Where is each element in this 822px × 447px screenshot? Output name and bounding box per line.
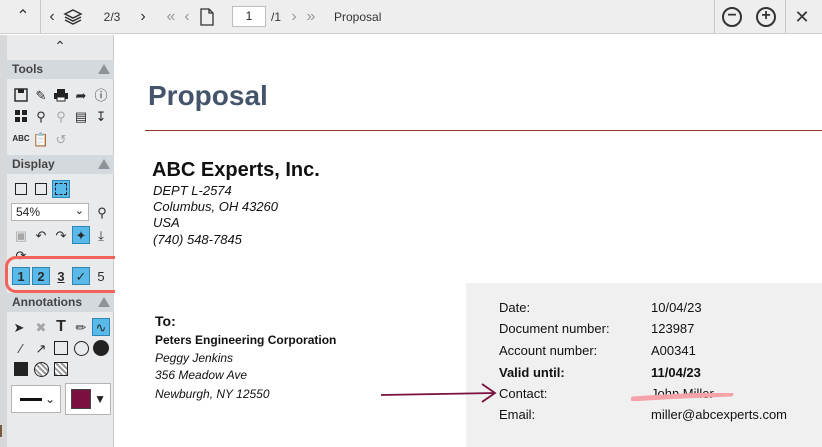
filled-ellipse-icon[interactable] xyxy=(92,339,110,357)
download-icon[interactable]: ⤓ xyxy=(92,226,110,244)
zoom-in-icon[interactable]: + xyxy=(754,0,778,34)
collapse-icon[interactable] xyxy=(98,297,110,307)
pointer-icon[interactable]: ➤ xyxy=(10,318,28,336)
save-icon[interactable] xyxy=(12,86,30,104)
tools-section-header[interactable]: Tools xyxy=(7,60,114,79)
line-tool-icon[interactable]: ∕ xyxy=(12,339,30,357)
address-line: DEPT L-2574 xyxy=(153,183,232,198)
outline-icon[interactable]: ▤ xyxy=(72,107,90,125)
next-layer-icon[interactable]: › xyxy=(136,0,150,34)
freehand-icon[interactable]: ∿ xyxy=(92,318,110,336)
info-label: Contact: xyxy=(499,386,548,401)
arrow-tool-icon[interactable]: ↗ xyxy=(32,339,50,357)
info-value: miller@abcexperts.com xyxy=(651,407,788,422)
to-label: To: xyxy=(155,313,176,329)
export-icon[interactable]: ↧ xyxy=(92,107,110,125)
hatched-ellipse-icon[interactable] xyxy=(32,360,50,378)
history-icon[interactable]: ↺ xyxy=(52,130,70,148)
magic-wand-icon[interactable]: ✦ xyxy=(72,226,90,244)
search-icon[interactable]: ⚲ xyxy=(32,107,50,125)
sidebar-strip xyxy=(0,35,7,447)
address-line: USA xyxy=(153,215,180,230)
top-toolbar: ⌃ ‹ 2/3 › « ‹ 1 /1 › » Proposal − + ✕ xyxy=(0,0,822,34)
page-total: /1 xyxy=(270,10,281,24)
text-select-icon[interactable]: ABC xyxy=(12,130,30,148)
title-rule xyxy=(145,130,822,131)
share-icon[interactable]: ➦ xyxy=(72,86,90,104)
document-title: Proposal xyxy=(148,80,268,111)
document-name: Proposal xyxy=(334,10,382,24)
thumbnails-icon[interactable] xyxy=(12,107,30,125)
info-value: A00341 xyxy=(651,343,696,358)
fit-width-icon[interactable] xyxy=(12,180,30,198)
info-label: Date: xyxy=(499,300,531,315)
info-label: Email: xyxy=(499,407,536,422)
annotations-label: Annotations xyxy=(12,295,82,309)
layers-icon[interactable] xyxy=(60,0,86,34)
annotation-arrow[interactable] xyxy=(378,381,498,405)
highlight-ring xyxy=(5,256,127,293)
company-name: ABC Experts, Inc. xyxy=(152,159,320,181)
info-label: Document number: xyxy=(499,321,610,336)
prev-page-icon[interactable]: ‹ xyxy=(180,0,194,34)
clipboard-icon[interactable]: 📋 xyxy=(32,130,50,148)
sidebar-collapse-icon[interactable]: ⌃ xyxy=(50,38,70,54)
page-icon xyxy=(196,0,218,34)
delete-icon[interactable]: ✖ xyxy=(32,318,50,336)
pencil-icon[interactable]: ✎ xyxy=(32,86,50,104)
collapse-up-icon[interactable]: ⌃ xyxy=(10,0,36,34)
color-select[interactable]: ▼ xyxy=(65,383,111,415)
recipient-line: 356 Meadow Ave xyxy=(155,368,248,382)
page-number-input[interactable]: 1 xyxy=(232,6,266,27)
text-tool-icon[interactable]: T xyxy=(52,318,70,336)
recipient-company: Peters Engineering Corporation xyxy=(155,333,337,347)
display-label: Display xyxy=(12,157,55,171)
recipient-line: Newburgh, NY 12550 xyxy=(155,387,270,401)
filled-rect-icon[interactable] xyxy=(12,360,30,378)
zoom-region-icon[interactable]: ⚲ xyxy=(93,203,111,221)
info-label: Valid until: xyxy=(499,365,565,380)
next-page-icon[interactable]: › xyxy=(288,0,300,34)
ellipse-tool-icon[interactable] xyxy=(72,339,90,357)
prev-layer-icon[interactable]: ‹ xyxy=(44,0,60,34)
info-value: 11/04/23 xyxy=(651,365,701,380)
tools-label: Tools xyxy=(12,62,44,76)
info-label: Account number: xyxy=(499,343,598,358)
dropdown-arrow-icon: ▼ xyxy=(94,392,106,406)
collapse-icon[interactable] xyxy=(98,159,110,169)
zoom-value: 54% xyxy=(16,205,41,219)
fit-visible-icon[interactable] xyxy=(52,180,70,198)
recipient-line: Peggy Jenkins xyxy=(155,351,234,365)
annotations-section-header[interactable]: Annotations xyxy=(7,293,114,312)
zoom-select[interactable]: 54% ⌄ xyxy=(11,203,89,221)
highlighter-icon[interactable]: ✏ xyxy=(72,318,90,336)
collapse-icon[interactable] xyxy=(98,64,110,74)
close-icon[interactable]: ✕ xyxy=(790,0,814,34)
rectangle-tool-icon[interactable] xyxy=(52,339,70,357)
display-section-header[interactable]: Display xyxy=(7,155,114,174)
address-line: Columbus, OH 43260 xyxy=(153,199,279,214)
first-page-icon[interactable]: « xyxy=(162,0,180,34)
color-swatch xyxy=(71,389,91,409)
hatched-rect-icon[interactable] xyxy=(52,360,70,378)
address-line: (740) 548-7845 xyxy=(153,232,242,247)
fit-page-icon[interactable] xyxy=(32,180,50,198)
save-view-icon[interactable]: ▣ xyxy=(12,226,30,244)
layer-counter: 2/3 xyxy=(103,10,121,24)
print-icon[interactable] xyxy=(52,86,70,104)
line-style-select[interactable]: ⌄ xyxy=(11,385,61,413)
info-value: 123987 xyxy=(651,321,695,336)
rotate-right-icon[interactable]: ↷ xyxy=(52,226,70,244)
chevron-down-icon: ⌄ xyxy=(74,205,84,217)
chevron-down-icon: ⌄ xyxy=(44,392,55,406)
document-info-icon[interactable]: ⓘ xyxy=(92,86,110,104)
info-value: 10/04/23 xyxy=(651,300,702,315)
last-page-icon[interactable]: » xyxy=(302,0,320,34)
rotate-left-icon[interactable]: ↶ xyxy=(32,226,50,244)
zoom-out-icon[interactable]: − xyxy=(720,0,744,34)
find-replace-icon[interactable]: ⚲ xyxy=(52,107,70,125)
highlight-scribble[interactable] xyxy=(631,393,735,401)
